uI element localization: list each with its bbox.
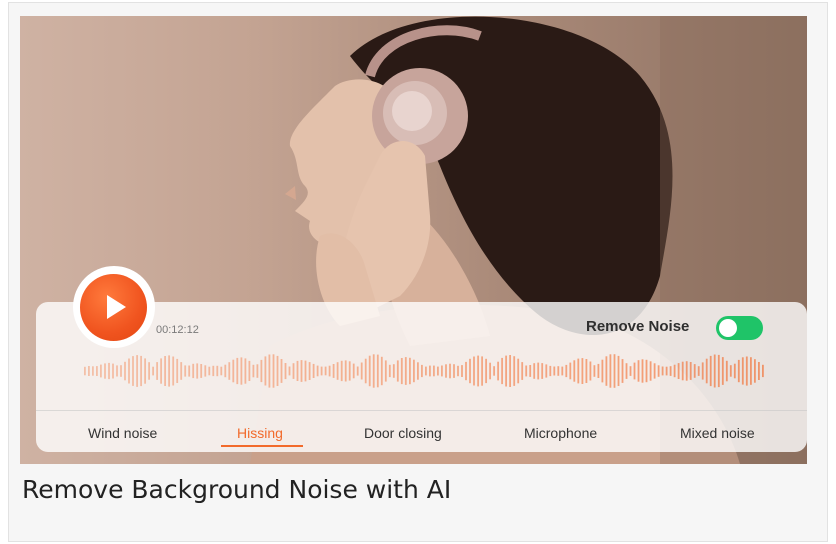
remove-noise-label: Remove Noise — [586, 318, 690, 335]
toggle-knob — [719, 319, 737, 337]
waveform-icon — [84, 354, 764, 388]
tab-door-closing[interactable]: Door closing — [364, 425, 442, 441]
playback-time: 00:12:12 — [156, 324, 199, 336]
tab-mixed-noise[interactable]: Mixed noise — [680, 425, 755, 441]
play-button[interactable] — [80, 274, 147, 341]
divider — [36, 410, 807, 411]
page-caption: Remove Background Noise with AI — [22, 475, 452, 504]
remove-noise-toggle[interactable] — [716, 316, 763, 340]
play-icon — [107, 295, 126, 319]
tab-wind-noise[interactable]: Wind noise — [88, 425, 157, 441]
tab-hissing[interactable]: Hissing — [237, 425, 283, 441]
active-tab-indicator — [221, 445, 303, 447]
tab-microphone[interactable]: Microphone — [524, 425, 597, 441]
